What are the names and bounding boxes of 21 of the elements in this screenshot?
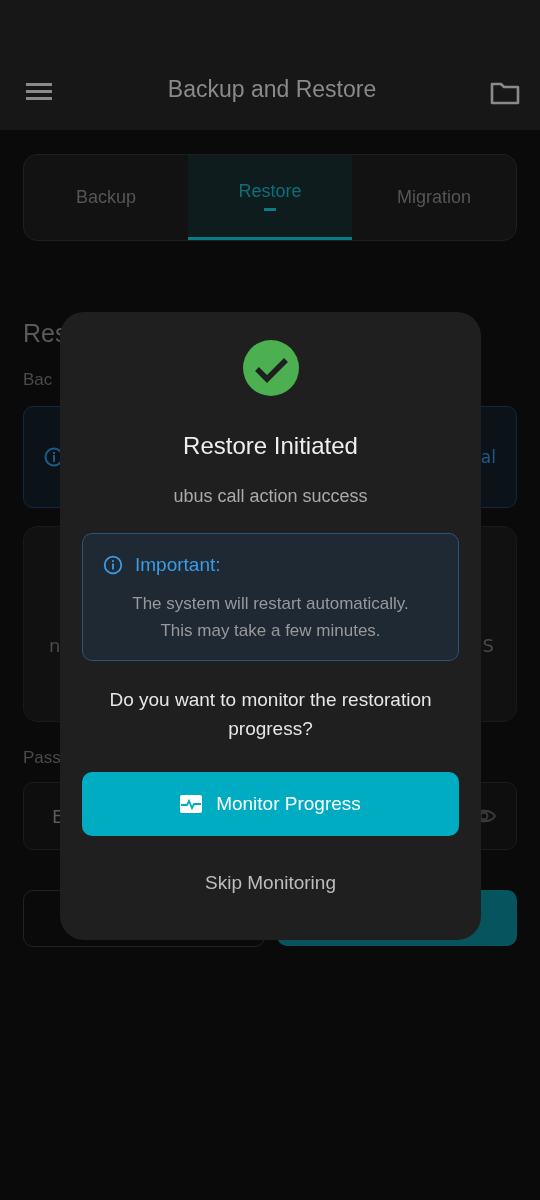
card-text: n: [49, 634, 61, 656]
notice-text: The system will restart automatically. This may take a few minutes.: [131, 593, 410, 642]
dialog-title: Restore Initiated: [183, 432, 358, 460]
app-title: Backup and Restore: [167, 76, 377, 103]
check-circle-icon: [242, 340, 299, 396]
pulse-icon: [180, 795, 203, 813]
notice-title: Important:: [135, 554, 221, 576]
tab[interactable]: Backup: [24, 155, 188, 240]
field-label: Bac: [23, 370, 54, 390]
card-text: S: [482, 634, 494, 656]
menu-icon[interactable]: [26, 81, 54, 101]
tab[interactable]: Migration: [352, 155, 516, 240]
skip-monitoring-button[interactable]: Skip Monitoring: [195, 864, 346, 902]
monitor-progress-button[interactable]: Monitor Progress: [82, 772, 459, 836]
folder-icon[interactable]: [490, 81, 520, 105]
info-icon: [103, 555, 123, 575]
dialog-message: ubus call action success: [173, 486, 368, 507]
info-text: al: [480, 447, 496, 467]
dialog-question: Do you want to monitor the restoration progress?: [108, 688, 433, 741]
field-label: Pass: [23, 748, 62, 768]
tab[interactable]: Restore: [188, 155, 352, 240]
